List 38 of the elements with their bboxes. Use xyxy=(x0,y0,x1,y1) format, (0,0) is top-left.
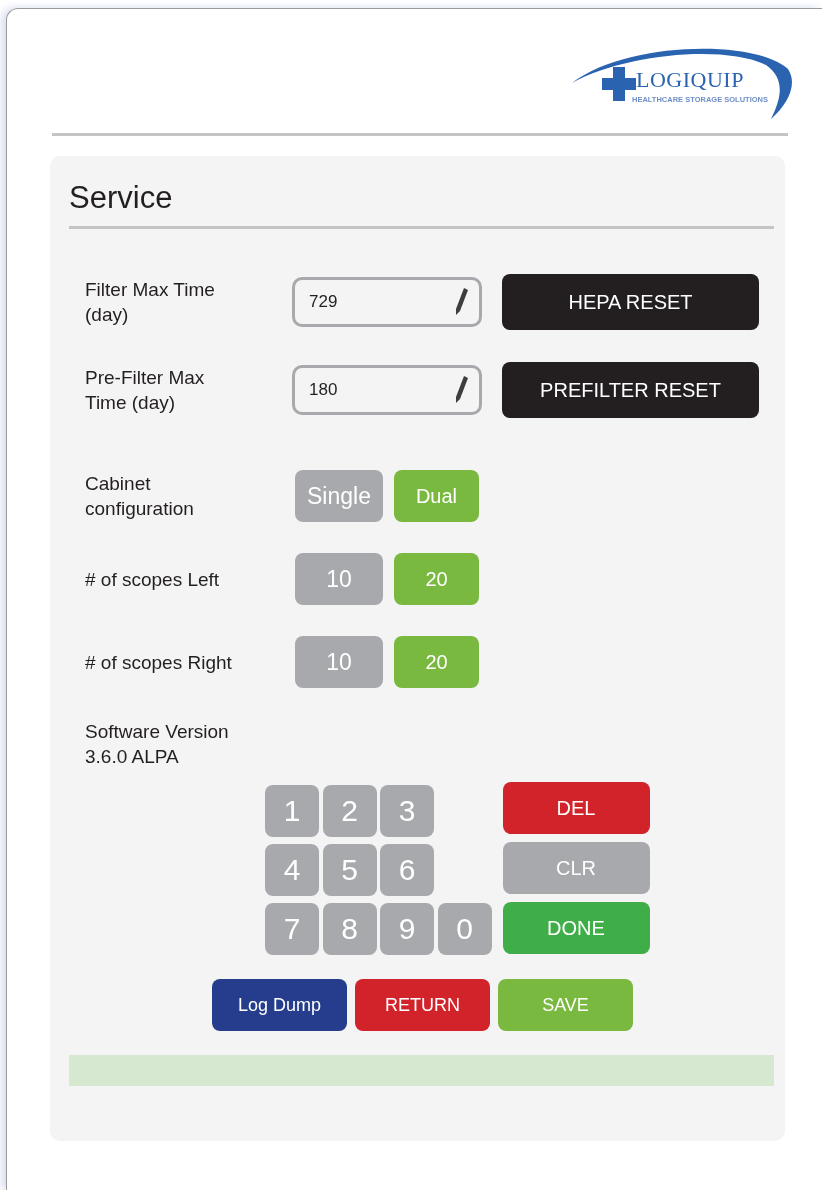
field-value: 729 xyxy=(309,292,338,312)
toggle-button[interactable]: 10 xyxy=(295,553,383,605)
keypad-key[interactable]: 9 xyxy=(380,903,434,955)
setting-label: Cabinet configuration xyxy=(85,472,195,521)
keypad-key[interactable]: 8 xyxy=(322,903,377,955)
setting-label: Filter Max Time (day) xyxy=(85,278,216,327)
toggle-button[interactable]: Single xyxy=(295,470,383,522)
pencil-icon xyxy=(453,287,469,317)
keypad-key[interactable]: 0 xyxy=(437,903,492,955)
keypad-key[interactable]: 3 xyxy=(380,785,434,837)
keypad-key[interactable]: 2 xyxy=(322,785,377,837)
keypad-key[interactable]: 6 xyxy=(380,844,434,896)
setting-label: # of scopes Right xyxy=(85,650,233,675)
keypad-action-button[interactable]: CLR xyxy=(502,842,650,894)
field-value: 180 xyxy=(309,380,338,400)
toggle-button[interactable]: Dual xyxy=(394,470,479,522)
setting-label: # of scopes Left xyxy=(85,567,221,592)
toggle-button[interactable]: 20 xyxy=(394,636,479,688)
input-field[interactable]: 729 xyxy=(292,277,482,327)
action-button[interactable]: Log Dump xyxy=(212,979,347,1031)
input-field[interactable]: 180 xyxy=(292,365,482,415)
software-version: Software Version 3.6.0 ALPA xyxy=(85,720,230,769)
logo-name: LOGIQUIP xyxy=(636,67,744,93)
keypad-key[interactable]: 1 xyxy=(265,785,319,837)
keypad-key[interactable]: 4 xyxy=(265,844,319,896)
toggle-button[interactable]: 10 xyxy=(295,636,383,688)
keypad-action-button[interactable]: DEL xyxy=(502,782,650,834)
action-button[interactable]: SAVE xyxy=(498,979,633,1031)
reset-button[interactable]: HEPA RESET xyxy=(502,274,759,330)
toggle-button[interactable]: 20 xyxy=(394,553,479,605)
reset-button[interactable]: PREFILTER RESET xyxy=(502,362,759,418)
keypad-key[interactable]: 7 xyxy=(265,903,319,955)
page-title: Service xyxy=(69,178,774,229)
pencil-icon xyxy=(453,375,469,405)
setting-label: Pre-Filter Max Time (day) xyxy=(85,366,206,415)
action-button[interactable]: RETURN xyxy=(355,979,490,1031)
keypad-key[interactable]: 5 xyxy=(322,844,377,896)
keypad-action-button[interactable]: DONE xyxy=(502,902,650,954)
